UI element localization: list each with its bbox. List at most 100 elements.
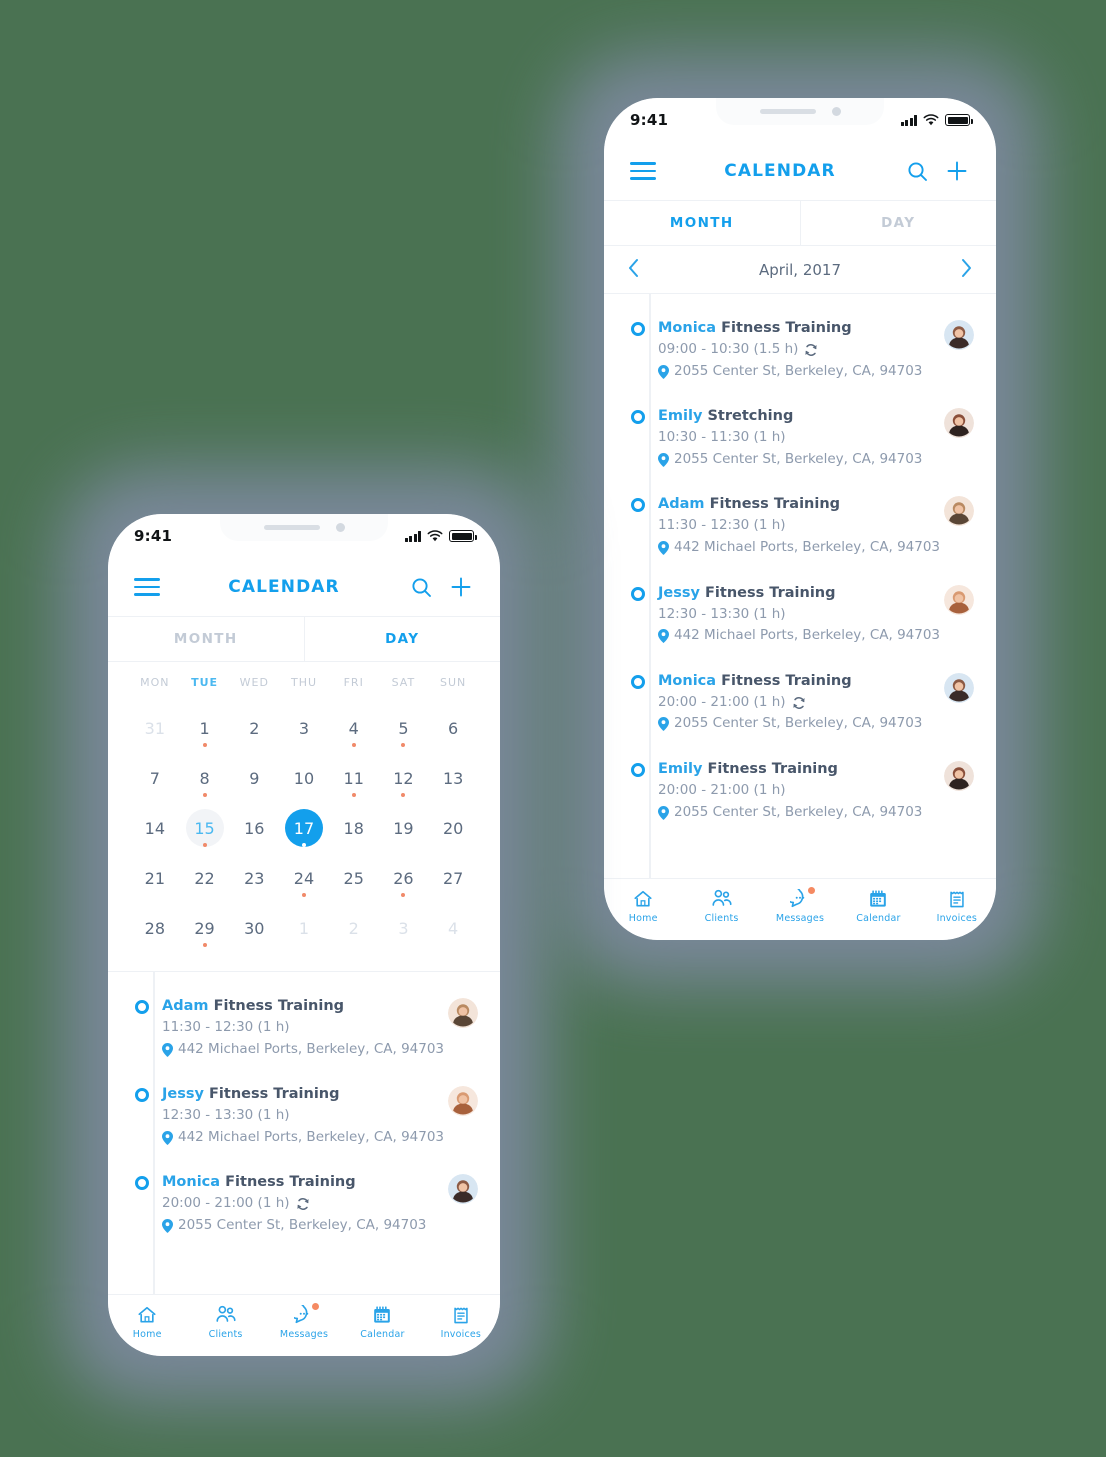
day-cell[interactable]: 29: [180, 903, 230, 953]
day-cell[interactable]: 26: [379, 853, 429, 903]
day-cell[interactable]: 2: [229, 703, 279, 753]
plus-icon[interactable]: [944, 158, 970, 184]
calendar-grid[interactable]: MON TUE WED THU FRI SAT SUN 31 1 2 3 4 5 6 7 8: [108, 662, 500, 972]
event-item[interactable]: Jessy Fitness Training 12:30 - 13:30 (1 …: [108, 1076, 500, 1164]
nav-item-invoices[interactable]: Invoices: [422, 1295, 500, 1350]
nav-item-invoices[interactable]: Invoices: [918, 879, 996, 934]
day-cell[interactable]: 13: [428, 753, 478, 803]
status-indicators: [404, 530, 477, 542]
day-cell[interactable]: 2: [329, 903, 379, 953]
app-bar: CALENDAR: [604, 142, 996, 200]
day-cell[interactable]: 30: [229, 903, 279, 953]
event-ring-icon: [631, 674, 645, 689]
event-item[interactable]: Emily Stretching 10:30 - 11:30 (1 h) 205…: [604, 398, 996, 486]
nav-item-clients[interactable]: Clients: [682, 879, 760, 934]
day-cell[interactable]: 3: [279, 703, 329, 753]
event-dot: [352, 943, 356, 947]
day-cell[interactable]: 7: [130, 753, 180, 803]
day-cell[interactable]: 8: [180, 753, 230, 803]
avatar-adam[interactable]: [448, 998, 478, 1028]
event-item[interactable]: Jessy Fitness Training 12:30 - 13:30 (1 …: [604, 575, 996, 663]
event-marker: [626, 318, 650, 382]
event-ring-icon: [631, 763, 645, 778]
nav-item-home[interactable]: Home: [108, 1295, 186, 1350]
chevron-left-icon[interactable]: [626, 257, 641, 283]
day-cell[interactable]: 24: [279, 853, 329, 903]
event-item[interactable]: Emily Fitness Training 20:00 - 21:00 (1 …: [604, 751, 996, 839]
event-activity: Fitness Training: [225, 1174, 356, 1191]
event-item[interactable]: Monica Fitness Training 20:00 - 21:00 (1…: [108, 1164, 500, 1252]
event-marker: [130, 1172, 154, 1236]
tab-day[interactable]: DAY: [799, 201, 997, 245]
tab-month[interactable]: MONTH: [604, 201, 800, 245]
day-cell[interactable]: 11: [329, 753, 379, 803]
avatar-jessy[interactable]: [944, 584, 974, 615]
day-cell[interactable]: 5: [379, 703, 429, 753]
event-title: Monica Fitness Training: [658, 671, 944, 692]
avatar-jessy[interactable]: [448, 1086, 478, 1117]
day-cell[interactable]: 16: [229, 803, 279, 853]
day-cell[interactable]: 1: [279, 903, 329, 953]
day-number: 19: [393, 818, 414, 838]
day-cell[interactable]: 23: [229, 853, 279, 903]
tab-day[interactable]: DAY: [303, 617, 501, 661]
hamburger-menu-icon[interactable]: [630, 162, 656, 180]
day-cell[interactable]: 6: [428, 703, 478, 753]
day-number: 31: [144, 718, 166, 738]
day-cell[interactable]: 3: [379, 903, 429, 953]
nav-item-messages[interactable]: Messages: [761, 879, 839, 934]
day-cell[interactable]: 22: [180, 853, 230, 903]
avatar-monica[interactable]: [944, 320, 974, 350]
day-number: 30: [244, 918, 265, 938]
nav-item-home[interactable]: Home: [604, 879, 682, 934]
nav-item-messages[interactable]: Messages: [265, 1295, 343, 1350]
day-cell[interactable]: 9: [229, 753, 279, 803]
plus-icon[interactable]: [448, 574, 474, 600]
day-cells[interactable]: 31 1 2 3 4 5 6 7 8 9 10 11 12 13 14 15 1…: [130, 703, 478, 953]
day-cell[interactable]: 15: [180, 803, 230, 853]
avatar-emily[interactable]: [944, 761, 974, 792]
day-cell[interactable]: 4: [329, 703, 379, 753]
nav-item-clients[interactable]: Clients: [186, 1295, 264, 1350]
day-cell[interactable]: 25: [329, 853, 379, 903]
earpiece-speaker: [759, 109, 816, 114]
avatar-monica[interactable]: [448, 1174, 478, 1205]
nav-item-calendar[interactable]: Calendar: [343, 1295, 421, 1350]
avatar-monica[interactable]: [944, 672, 974, 703]
day-cell[interactable]: 1: [180, 703, 230, 753]
day-cell[interactable]: 27: [428, 853, 478, 903]
search-icon[interactable]: [904, 158, 930, 184]
chevron-right-icon[interactable]: [959, 257, 974, 283]
day-cell[interactable]: 28: [130, 903, 180, 953]
notch: [716, 98, 884, 125]
notch: [220, 514, 388, 541]
search-icon[interactable]: [408, 574, 434, 600]
day-cell[interactable]: 19: [379, 803, 429, 853]
day-cell[interactable]: 18: [329, 803, 379, 853]
avatar-emily[interactable]: [944, 408, 974, 439]
event-dot: [202, 793, 207, 797]
day-cell[interactable]: 12: [379, 753, 429, 803]
day-cell[interactable]: 31: [130, 703, 180, 753]
day-cell[interactable]: 21: [130, 853, 180, 903]
event-item[interactable]: Adam Fitness Training 11:30 - 12:30 (1 h…: [108, 988, 500, 1076]
day-cell[interactable]: 10: [279, 753, 329, 803]
day-cell[interactable]: 20: [428, 803, 478, 853]
day-cell[interactable]: 4: [428, 903, 478, 953]
event-ring-icon: [631, 586, 645, 601]
event-item[interactable]: Monica Fitness Training 20:00 - 21:00 (1…: [604, 663, 996, 751]
hamburger-menu-icon[interactable]: [134, 578, 160, 596]
event-ring-icon: [631, 322, 645, 336]
avatar-adam[interactable]: [944, 496, 974, 527]
day-cell[interactable]: 17: [279, 803, 329, 853]
tab-month[interactable]: MONTH: [108, 617, 304, 661]
event-dot: [302, 793, 306, 797]
event-item[interactable]: Adam Fitness Training 11:30 - 12:30 (1 h…: [604, 486, 996, 574]
event-list-back[interactable]: Monica Fitness Training 09:00 - 10:30 (1…: [604, 294, 996, 878]
event-item[interactable]: Monica Fitness Training 09:00 - 10:30 (1…: [604, 310, 996, 398]
event-details: Monica Fitness Training 20:00 - 21:00 (1…: [154, 1172, 448, 1236]
status-indicators: [900, 114, 973, 126]
event-list-front[interactable]: Adam Fitness Training 11:30 - 12:30 (1 h…: [108, 972, 500, 1294]
day-cell[interactable]: 14: [130, 803, 180, 853]
nav-item-calendar[interactable]: Calendar: [839, 879, 917, 934]
